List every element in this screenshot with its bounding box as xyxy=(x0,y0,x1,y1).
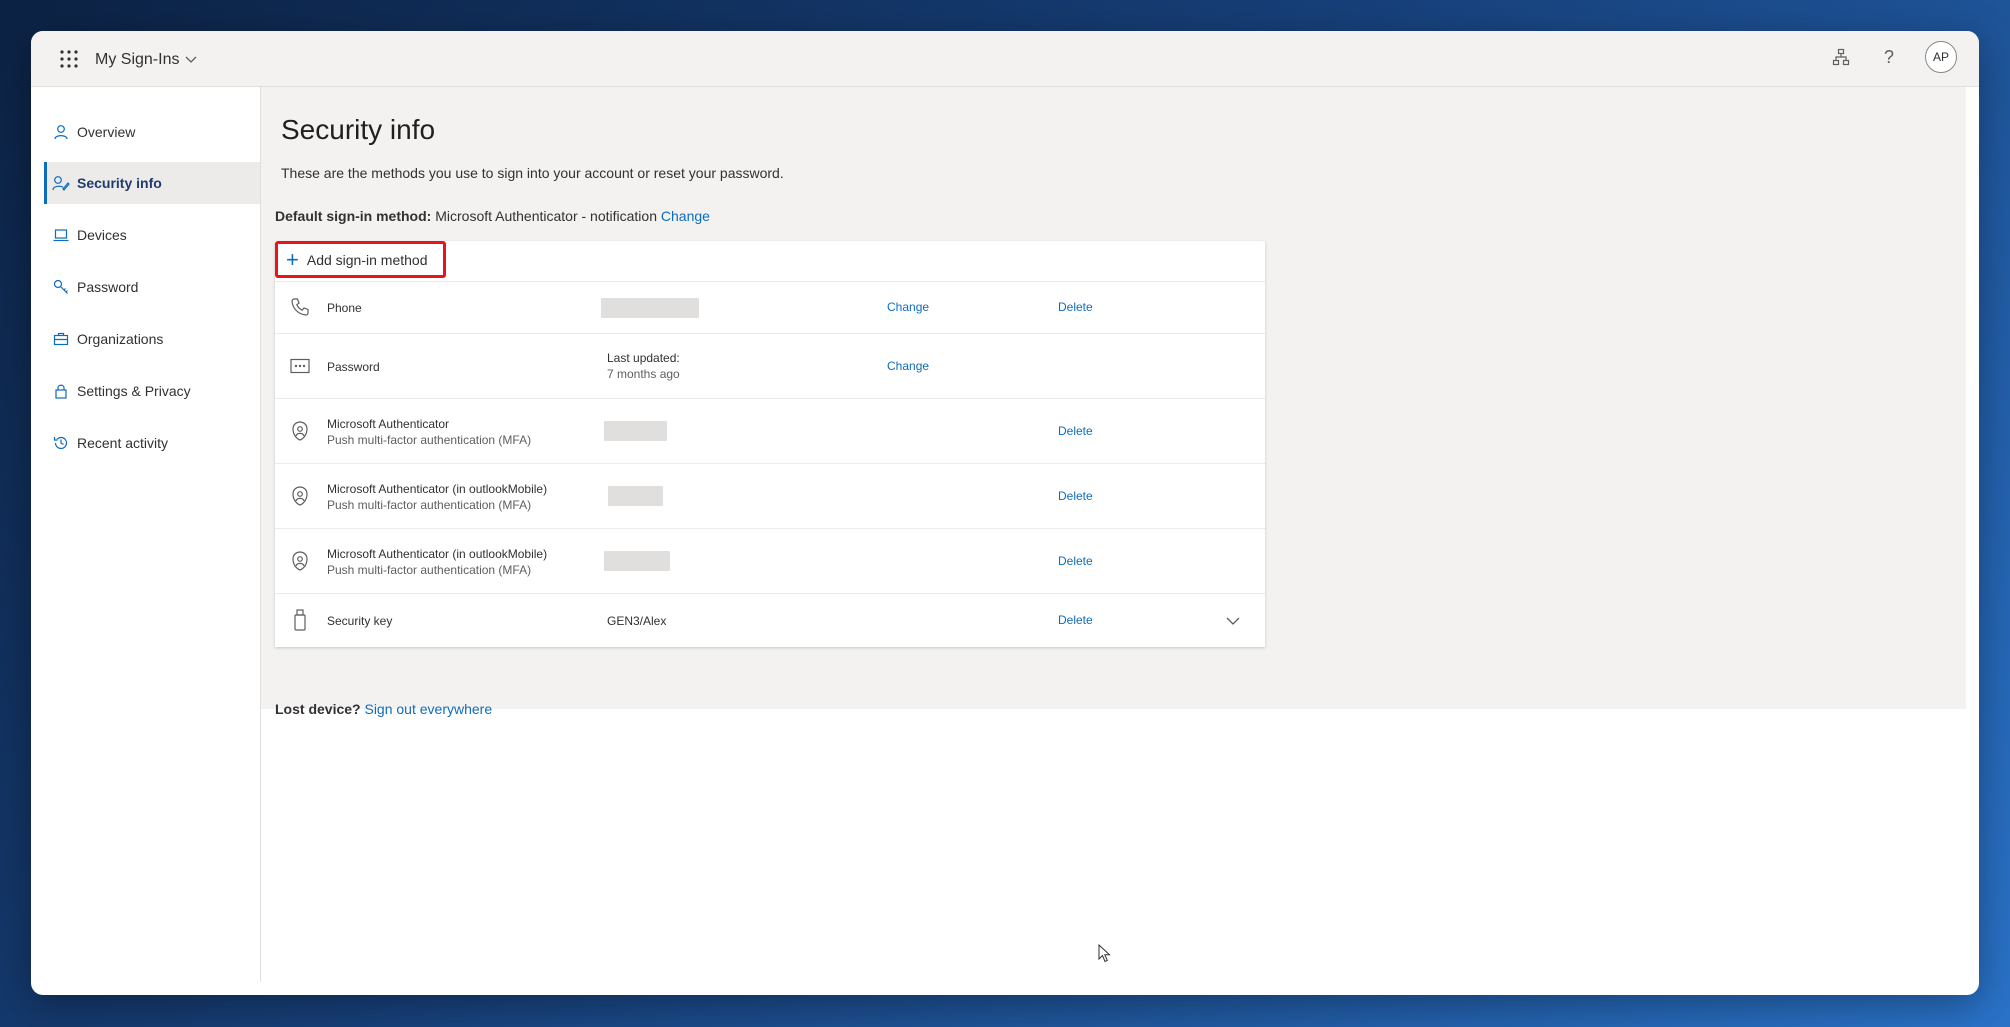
page-description: These are the methods you use to sign in… xyxy=(281,165,784,181)
add-sign-in-method-button[interactable]: + Add sign-in method xyxy=(275,241,446,278)
add-method-label: Add sign-in method xyxy=(306,251,428,268)
delete-phone-link[interactable]: Delete xyxy=(1058,300,1093,314)
delete-authenticator-link[interactable]: Delete xyxy=(1058,489,1093,503)
redacted-device-name xyxy=(604,421,667,441)
avatar[interactable]: AP xyxy=(1925,41,1957,73)
change-password-link[interactable]: Change xyxy=(887,359,929,373)
last-updated-value: 7 months ago xyxy=(607,367,680,381)
method-name: Microsoft Authenticator (in outlookMobil… xyxy=(327,482,548,496)
redacted-phone-number xyxy=(601,298,699,318)
sidebar-item-password[interactable]: Password xyxy=(44,266,260,308)
authenticator-icon xyxy=(289,550,311,572)
method-row-password: Password Last updated: 7 months ago Chan… xyxy=(275,333,1265,399)
laptop-icon xyxy=(52,226,70,244)
app-launcher-icon[interactable] xyxy=(59,49,79,69)
redacted-device-name xyxy=(604,551,670,571)
default-method: Default sign-in method: Microsoft Authen… xyxy=(275,208,710,224)
redacted-device-name xyxy=(608,486,663,506)
org-chart-icon[interactable] xyxy=(1829,45,1853,69)
method-name: Microsoft Authenticator xyxy=(327,417,450,431)
method-subtitle: Push multi-factor authentication (MFA) xyxy=(327,563,532,577)
sidebar-item-label: Security info xyxy=(77,175,162,191)
method-name: Security key xyxy=(327,614,393,628)
password-last-updated: Last updated: 7 months ago xyxy=(607,350,680,382)
authenticator-icon xyxy=(289,485,311,507)
methods-panel: + Add sign-in method Phone Change Delete… xyxy=(275,241,1265,647)
top-bar: My Sign-Ins ? AP xyxy=(31,31,1979,87)
sidebar-item-overview[interactable]: Overview xyxy=(44,111,260,153)
sidebar: Overview Security info Devices Password … xyxy=(44,87,261,982)
lost-device-label: Lost device? xyxy=(275,701,361,717)
method-name: Password xyxy=(327,360,380,374)
security-key-detail: GEN3/Alex xyxy=(607,614,667,628)
security-info-icon xyxy=(52,174,70,192)
sidebar-item-label: Password xyxy=(77,279,139,295)
method-row-authenticator-outlook-1: Microsoft Authenticator (in outlookMobil… xyxy=(275,463,1265,529)
last-updated-label: Last updated: xyxy=(607,351,680,365)
change-default-link[interactable]: Change xyxy=(661,208,710,224)
method-name: Phone xyxy=(327,301,362,315)
method-name-block: Microsoft Authenticator Push multi-facto… xyxy=(327,416,531,448)
sidebar-item-label: Recent activity xyxy=(77,435,169,451)
app-title: My Sign-Ins xyxy=(95,51,180,68)
page-title: Security info xyxy=(281,114,436,145)
sign-out-everywhere-link[interactable]: Sign out everywhere xyxy=(364,701,492,717)
browser-window: My Sign-Ins ? AP Overview Security info xyxy=(31,31,1979,995)
mouse-cursor-icon xyxy=(1098,944,1111,963)
phone-icon xyxy=(289,296,311,318)
method-row-authenticator-outlook-2: Microsoft Authenticator (in outlookMobil… xyxy=(275,528,1265,594)
key-icon xyxy=(52,278,70,296)
method-row-phone: Phone Change Delete xyxy=(275,281,1265,334)
default-method-label: Default sign-in method: xyxy=(275,208,432,224)
password-dots-icon xyxy=(289,355,311,377)
delete-authenticator-link[interactable]: Delete xyxy=(1058,424,1093,438)
security-key-icon xyxy=(289,609,311,631)
sidebar-item-devices[interactable]: Devices xyxy=(44,214,260,256)
change-phone-link[interactable]: Change xyxy=(887,300,929,314)
sidebar-item-label: Organizations xyxy=(77,331,164,347)
delete-security-key-link[interactable]: Delete xyxy=(1058,613,1093,627)
sidebar-item-label: Overview xyxy=(77,124,136,140)
method-subtitle: Push multi-factor authentication (MFA) xyxy=(327,498,532,512)
history-icon xyxy=(52,434,70,452)
method-name-block: Microsoft Authenticator (in outlookMobil… xyxy=(327,481,547,513)
lock-icon xyxy=(52,382,70,400)
delete-authenticator-link[interactable]: Delete xyxy=(1058,554,1093,568)
app-title-menu[interactable]: My Sign-Ins xyxy=(95,51,197,69)
sidebar-item-label: Settings & Privacy xyxy=(77,383,191,399)
help-icon[interactable]: ? xyxy=(1877,45,1901,69)
header-actions: ? AP xyxy=(1829,41,1957,73)
sidebar-item-label: Devices xyxy=(77,227,127,243)
chevron-down-icon[interactable] xyxy=(1225,613,1241,629)
method-row-security-key: Security key GEN3/Alex Delete xyxy=(275,593,1265,648)
person-icon xyxy=(52,123,70,141)
sidebar-item-settings-privacy[interactable]: Settings & Privacy xyxy=(44,370,260,412)
method-name-block: Microsoft Authenticator (in outlookMobil… xyxy=(327,546,547,578)
sidebar-item-security-info[interactable]: Security info xyxy=(44,162,260,204)
default-method-value: Microsoft Authenticator - notification xyxy=(435,208,657,224)
sidebar-item-recent-activity[interactable]: Recent activity xyxy=(44,422,260,464)
chevron-down-icon xyxy=(186,56,197,63)
plus-icon: + xyxy=(286,246,299,272)
sidebar-item-organizations[interactable]: Organizations xyxy=(44,318,260,360)
authenticator-icon xyxy=(289,420,311,442)
method-name: Microsoft Authenticator (in outlookMobil… xyxy=(327,547,548,561)
lost-device: Lost device? Sign out everywhere xyxy=(275,701,492,717)
method-subtitle: Push multi-factor authentication (MFA) xyxy=(327,433,532,447)
method-row-authenticator: Microsoft Authenticator Push multi-facto… xyxy=(275,398,1265,464)
briefcase-icon xyxy=(52,330,70,348)
main-content: Security info These are the methods you … xyxy=(261,87,1966,717)
